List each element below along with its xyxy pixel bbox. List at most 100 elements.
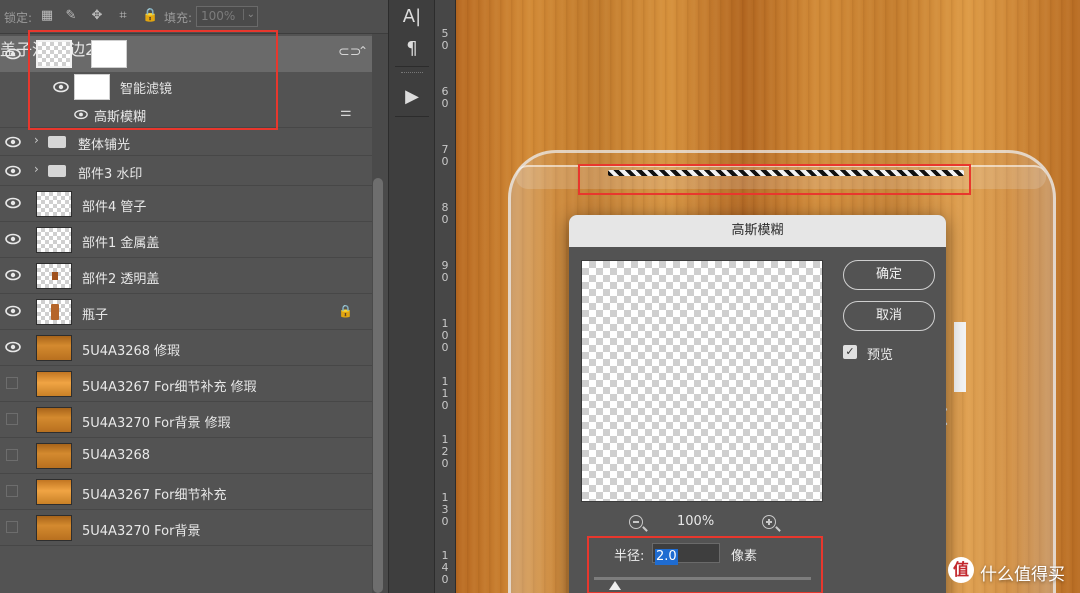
layer-row[interactable]: 部件4 管子 [0,186,372,222]
zoom-value: 100% [677,514,715,529]
folder-icon [48,136,66,148]
ruler-mark: 1 1 0 [441,375,449,412]
ruler-mark: 8 0 [441,201,449,226]
visibility-toggle[interactable] [6,485,18,497]
lock-artboard-icon[interactable]: ⌗ [116,9,130,23]
layer-name: 5U4A3268 [82,448,151,463]
layer-row-folder[interactable]: › 部件3 水印 [0,156,372,186]
cancel-button[interactable]: 取消 [843,301,935,331]
layer-row[interactable]: 5U4A3270 For背景 修瑕 [0,402,372,438]
ruler-mark: 1 4 0 [441,549,449,586]
fill-input[interactable]: 100% ⌄ [196,6,258,27]
gaussian-blur-dialog: 高斯模糊 确定 取消 ✓ 预览 100% 半径: 2.0 像素 [569,215,946,593]
dialog-title: 高斯模糊 [569,215,946,247]
layer-row[interactable]: 5U4A3268 [0,438,372,474]
layer-row[interactable]: 5U4A3270 For背景 [0,510,372,546]
ruler-mark: 1 0 0 [441,317,449,354]
layer-row[interactable]: 部件1 金属盖 [0,222,372,258]
lock-transparent-pixels-icon[interactable]: ▦ [40,9,54,23]
eye-icon[interactable] [5,305,21,317]
preview-label: 预览 [867,348,894,363]
dock-grip[interactable] [401,72,423,75]
layer-thumbnail[interactable] [36,335,72,361]
layer-thumbnail[interactable] [36,227,72,253]
fill-label: 填充: [164,11,193,25]
lock-image-pixels-icon[interactable]: ✎ [64,9,78,23]
layer-row[interactable]: 部件2 透明盖 [0,258,372,294]
fill-dropdown-icon[interactable]: ⌄ [242,9,255,20]
eye-icon[interactable] [5,136,21,148]
filter-preview[interactable] [581,260,823,502]
layer-name: 5U4A3270 For背景 [82,524,201,539]
zoom-out-handle [642,526,648,532]
layer-name: 整体铺光 [78,138,131,153]
annotation-highlight-rim [578,164,971,195]
ruler-mark: 5 0 [441,27,449,52]
layer-name: 5U4A3270 For背景 修瑕 [82,416,231,431]
preview-checkbox[interactable]: ✓ [843,345,857,359]
layer-name: 5U4A3267 For细节补充 修瑕 [82,380,257,395]
vertical-ruler: 5 0 6 0 7 0 8 0 9 0 1 0 0 1 1 0 1 2 0 1 … [434,0,456,593]
visibility-toggle[interactable] [6,449,18,461]
zoom-in-handle [775,526,781,532]
layer-name: 部件1 金属盖 [82,236,160,251]
layers-panel: 锁定: ▦ ✎ ✥ ⌗ 🔒 填充: 100% ⌄ 盖子沿 描边2像素 ⊂⊃ ⌃ … [0,0,388,593]
visibility-toggle[interactable] [6,413,18,425]
eye-icon[interactable] [5,197,21,209]
layer-row[interactable]: 5U4A3268 修瑕 [0,330,372,366]
eye-icon[interactable] [5,269,21,281]
eye-icon[interactable] [5,233,21,245]
layer-row[interactable]: 5U4A3267 For细节补充 [0,474,372,510]
ruler-mark: 1 2 0 [441,433,449,470]
folder-icon [48,165,66,177]
layer-name: 部件3 水印 [78,167,143,182]
layer-thumbnail[interactable] [36,407,72,433]
layer-row[interactable]: 5U4A3267 For细节补充 修瑕 [0,366,372,402]
layer-thumbnail[interactable] [36,371,72,397]
lock-position-icon[interactable]: ✥ [90,9,104,23]
lock-bar: 锁定: ▦ ✎ ✥ ⌗ 🔒 填充: 100% ⌄ [0,0,388,34]
expand-arrow-icon[interactable]: › [34,162,39,176]
ruler-mark: 1 3 0 [441,491,449,528]
character-panel-icon[interactable]: A| [389,6,435,27]
layer-row[interactable]: 瓶子 🔒 [0,294,372,330]
lock-icon: 🔒 [338,304,353,318]
filter-blending-options-icon[interactable]: ⚌ [340,105,352,120]
ok-button[interactable]: 确定 [843,260,935,290]
dock-divider [395,116,429,117]
collapse-chevron-icon[interactable]: ⌃ [358,44,368,58]
layer-row-folder[interactable]: › 整体铺光 [0,128,372,156]
layer-thumbnail[interactable] [36,479,72,505]
ruler-mark: 9 0 [441,259,449,284]
visibility-toggle[interactable] [6,521,18,533]
ruler-mark: 7 0 [441,143,449,168]
eye-icon[interactable] [5,341,21,353]
ruler-mark: 6 0 [441,85,449,110]
layer-name: 部件4 管子 [82,200,147,215]
panel-dock: A| ¶ ▶ [388,0,434,593]
visibility-toggle[interactable] [6,377,18,389]
layer-name: 部件2 透明盖 [82,272,160,287]
lock-all-icon[interactable]: 🔒 [142,9,158,23]
layer-thumbnail[interactable] [36,443,72,469]
layer-name: 瓶子 [82,308,109,323]
layer-thumbnail[interactable] [36,515,72,541]
layer-thumbnail[interactable] [36,299,72,325]
eye-icon[interactable] [5,48,21,60]
actions-play-icon[interactable]: ▶ [389,86,435,107]
layer-panel-empty-area [0,546,372,593]
expand-arrow-icon[interactable]: › [34,133,39,147]
layer-thumbnail[interactable] [36,191,72,217]
layers-scroll-thumb[interactable] [373,178,383,593]
watermark-logo: 值 [948,557,974,583]
dock-divider [395,66,429,67]
paragraph-panel-icon[interactable]: ¶ [389,38,435,59]
lock-label: 锁定: [4,11,33,25]
watermark-text: 什么值得买 [980,565,1065,585]
bottle-print-mark [954,322,966,392]
layer-thumbnail[interactable] [36,263,72,289]
eye-icon[interactable] [5,165,21,177]
layer-name: 5U4A3268 修瑕 [82,344,181,359]
layer-name: 5U4A3267 For细节补充 [82,488,227,503]
annotation-highlight-layers [28,30,278,130]
